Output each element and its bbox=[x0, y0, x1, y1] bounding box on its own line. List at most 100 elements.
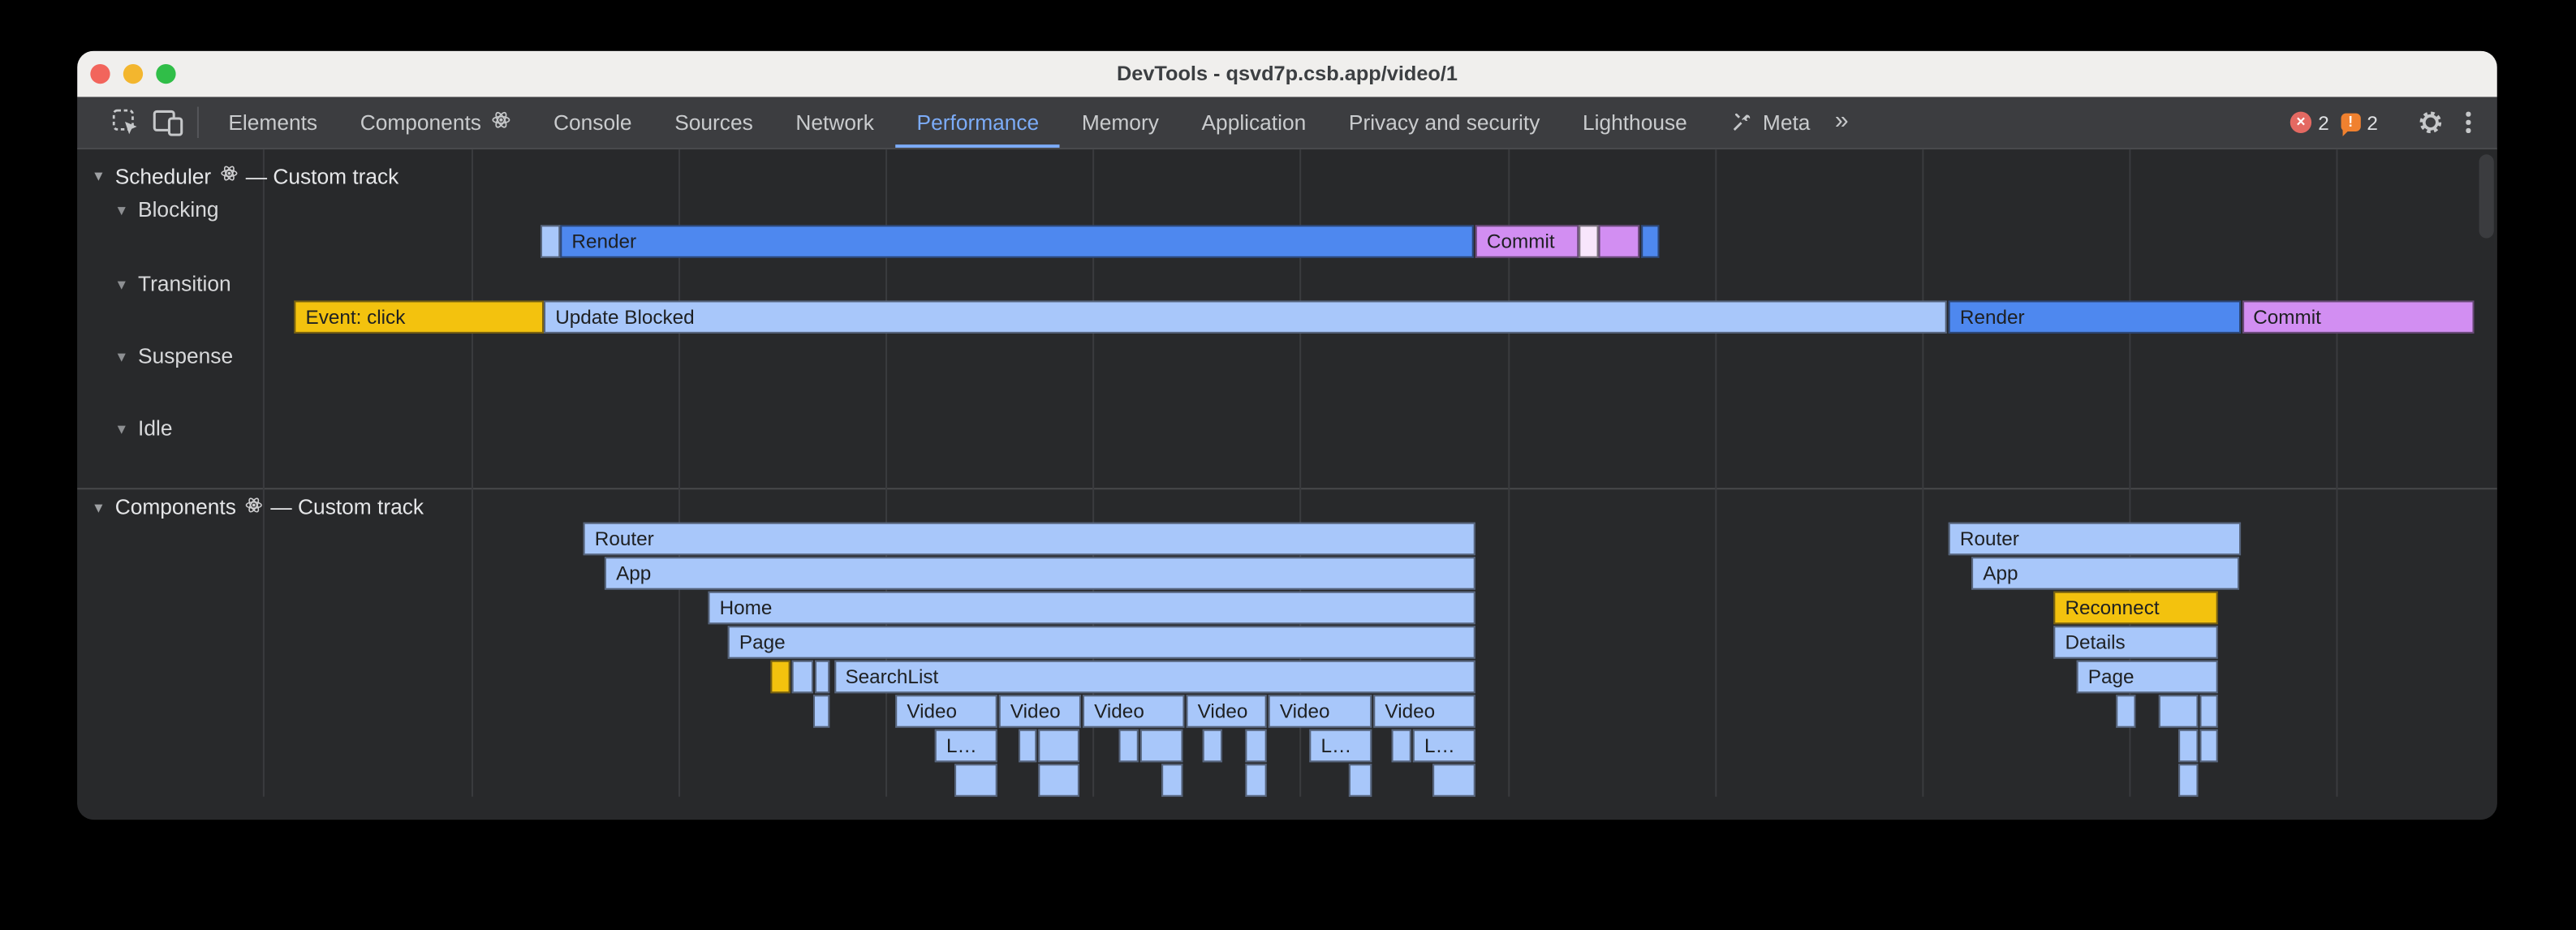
tab-console[interactable]: Console bbox=[532, 97, 653, 148]
inspect-element-icon[interactable] bbox=[107, 103, 144, 143]
flame-bar-reconnect[interactable]: Reconnect bbox=[2053, 591, 2217, 623]
flame-bar-video[interactable]: Video bbox=[1083, 694, 1185, 726]
flame-bar-video[interactable]: Video bbox=[895, 694, 997, 726]
flame-bar-commit[interactable]: Commit bbox=[1475, 225, 1579, 257]
console-warnings-badge[interactable]: ! 2 bbox=[2341, 111, 2378, 134]
lane-label-suspense: ▼ Suspense bbox=[114, 344, 233, 367]
title-bar: DevTools - qsvd7p.csb.app/video/1 bbox=[77, 51, 2497, 97]
flame-bar[interactable] bbox=[1038, 729, 1079, 761]
collapse-arrow-icon[interactable]: ▼ bbox=[114, 347, 130, 364]
flame-bar-page[interactable]: Page bbox=[728, 625, 1475, 657]
flame-bar-searchlist[interactable]: SearchList bbox=[834, 660, 1475, 692]
flame-bar[interactable] bbox=[1349, 763, 1372, 795]
settings-gear-icon[interactable] bbox=[2412, 103, 2449, 143]
flame-bar[interactable] bbox=[1432, 763, 1475, 795]
flame-bar[interactable] bbox=[541, 225, 560, 257]
flame-bar[interactable] bbox=[1640, 225, 1659, 257]
flame-bar-router[interactable]: Router bbox=[584, 522, 1475, 554]
flame-bar-app[interactable]: App bbox=[605, 556, 1475, 588]
flame-bar-render[interactable]: Render bbox=[1949, 299, 2241, 332]
flame-bar[interactable] bbox=[770, 660, 790, 692]
tab-sources[interactable]: Sources bbox=[653, 97, 774, 148]
error-count: 2 bbox=[2318, 111, 2329, 134]
flame-bar-video[interactable]: Video bbox=[1186, 694, 1266, 726]
flame-bar[interactable] bbox=[1161, 763, 1182, 795]
devtools-toolbar: Elements Components Console Sources Netw… bbox=[77, 97, 2497, 149]
flame-bar[interactable] bbox=[1579, 225, 1597, 257]
scheduler-track-header: ▼ Scheduler — Custom track bbox=[90, 164, 398, 187]
flame-bar[interactable] bbox=[1203, 729, 1222, 761]
flame-bar[interactable] bbox=[791, 660, 813, 692]
tab-memory[interactable]: Memory bbox=[1061, 97, 1181, 148]
flame-bar[interactable] bbox=[1599, 225, 1639, 257]
flame-bar-home[interactable]: Home bbox=[708, 591, 1474, 623]
tools-icon bbox=[1730, 112, 1752, 133]
gridline bbox=[2337, 149, 2338, 797]
flame-bar-render[interactable]: Render bbox=[560, 225, 1472, 257]
flame-bar[interactable] bbox=[954, 763, 997, 795]
flame-bar[interactable] bbox=[2178, 729, 2198, 761]
more-tabs-icon[interactable]: » bbox=[1832, 107, 1859, 138]
flame-bar-l[interactable]: L… bbox=[1413, 729, 1475, 761]
window-title: DevTools - qsvd7p.csb.app/video/1 bbox=[77, 51, 2497, 97]
tab-performance[interactable]: Performance bbox=[895, 97, 1060, 148]
flame-bar-video[interactable]: Video bbox=[1373, 694, 1475, 726]
tab-elements[interactable]: Elements bbox=[207, 97, 338, 148]
tab-components[interactable]: Components bbox=[338, 97, 532, 148]
error-icon: × bbox=[2290, 112, 2311, 133]
tab-meta[interactable]: Meta bbox=[1708, 97, 1832, 148]
flame-bar-event-click[interactable]: Event: click bbox=[294, 299, 544, 332]
devtools-window: DevTools - qsvd7p.csb.app/video/1 Elemen… bbox=[77, 51, 2497, 820]
flame-bar[interactable] bbox=[814, 660, 829, 692]
console-errors-badge[interactable]: × 2 bbox=[2290, 111, 2329, 134]
collapse-arrow-icon[interactable]: ▼ bbox=[90, 167, 106, 183]
flame-bar-page[interactable]: Page bbox=[2077, 660, 2218, 692]
flame-bar-update-blocked[interactable]: Update Blocked bbox=[544, 299, 1947, 332]
toolbar-divider bbox=[197, 107, 199, 138]
gridline bbox=[264, 149, 265, 797]
lane-label-idle: ▼ Idle bbox=[114, 416, 173, 439]
flame-bar[interactable] bbox=[1245, 729, 1266, 761]
react-atom-icon bbox=[244, 492, 262, 521]
flame-bar[interactable] bbox=[1038, 763, 1079, 795]
tab-privacy-and-security[interactable]: Privacy and security bbox=[1328, 97, 1562, 148]
flame-bar[interactable] bbox=[1119, 729, 1139, 761]
warning-count: 2 bbox=[2367, 111, 2378, 134]
flame-bar-l[interactable]: L… bbox=[935, 729, 997, 761]
flame-bar[interactable] bbox=[2159, 694, 2199, 726]
flame-bar-l[interactable]: L… bbox=[1309, 729, 1372, 761]
device-toolbar-icon[interactable] bbox=[149, 103, 186, 143]
lane-label-transition: ▼ Transition bbox=[114, 272, 231, 295]
warning-icon: ! bbox=[2341, 113, 2360, 131]
tab-lighthouse[interactable]: Lighthouse bbox=[1562, 97, 1708, 148]
react-atom-icon bbox=[219, 161, 237, 190]
tab-application[interactable]: Application bbox=[1180, 97, 1327, 148]
collapse-arrow-icon[interactable]: ▼ bbox=[114, 201, 130, 217]
tab-network[interactable]: Network bbox=[774, 97, 895, 148]
flame-bar-commit[interactable]: Commit bbox=[2242, 299, 2474, 332]
flame-bar-app[interactable]: App bbox=[1971, 556, 2239, 588]
flame-bar-video[interactable]: Video bbox=[999, 694, 1081, 726]
flame-bar[interactable] bbox=[2116, 694, 2135, 726]
flame-bar[interactable] bbox=[1392, 729, 1411, 761]
flame-bar-details[interactable]: Details bbox=[2053, 625, 2217, 657]
flame-bar-video[interactable]: Video bbox=[1269, 694, 1372, 726]
flame-bar-router[interactable]: Router bbox=[1949, 522, 2241, 554]
flame-bar[interactable] bbox=[2178, 763, 2198, 795]
gridline bbox=[1922, 149, 1923, 797]
collapse-arrow-icon[interactable]: ▼ bbox=[114, 275, 130, 291]
gridline bbox=[471, 149, 472, 797]
flame-bar[interactable] bbox=[2199, 694, 2217, 726]
components-track-header: ▼ Components — Custom track bbox=[90, 495, 424, 518]
flame-bar[interactable] bbox=[2199, 729, 2217, 761]
collapse-arrow-icon[interactable]: ▼ bbox=[114, 420, 130, 436]
flame-bar[interactable] bbox=[1140, 729, 1183, 761]
flame-bar[interactable] bbox=[1245, 763, 1266, 795]
performance-track-canvas[interactable]: ▼ Scheduler — Custom track ▼ Blocking ▼ … bbox=[77, 149, 2497, 820]
more-options-icon[interactable] bbox=[2460, 112, 2477, 132]
screen: DevTools - qsvd7p.csb.app/video/1 Elemen… bbox=[0, 0, 2576, 930]
flame-bar[interactable] bbox=[1019, 729, 1036, 761]
collapse-arrow-icon[interactable]: ▼ bbox=[90, 498, 106, 515]
vertical-scrollbar-thumb[interactable] bbox=[2479, 153, 2494, 237]
flame-bar[interactable] bbox=[813, 694, 829, 726]
